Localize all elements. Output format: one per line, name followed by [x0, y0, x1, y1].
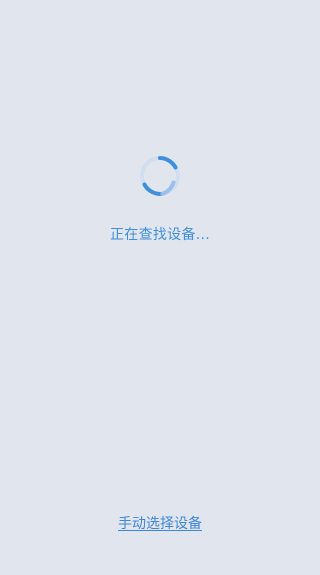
device-search-screen: 正在查找设备... 手动选择设备 [0, 0, 320, 575]
loading-spinner-icon [138, 154, 182, 198]
searching-status-text: 正在查找设备... [109, 227, 211, 243]
manual-select-device-link[interactable]: 手动选择设备 [0, 514, 320, 534]
